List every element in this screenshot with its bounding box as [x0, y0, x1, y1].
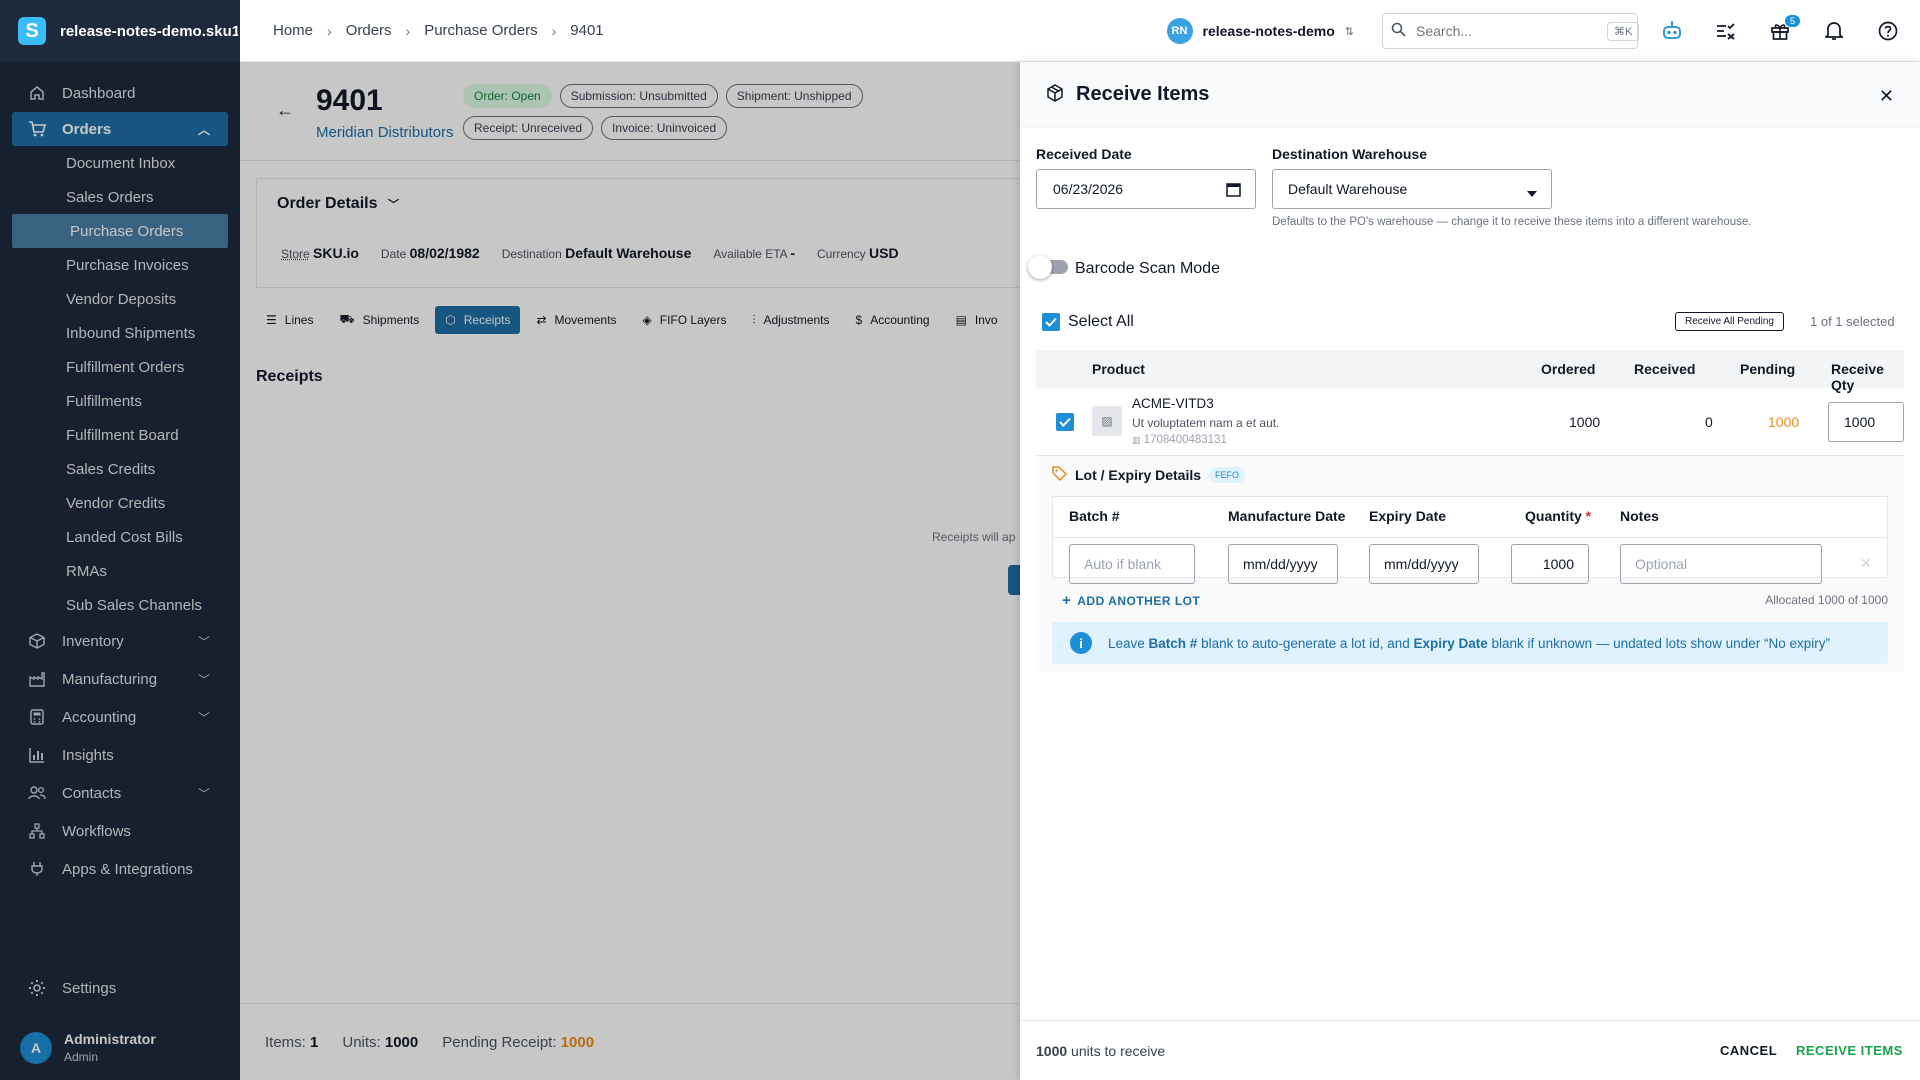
- add-another-lot-button[interactable]: + ADD ANOTHER LOT: [1062, 592, 1200, 609]
- allocated-summary: Allocated 1000 of 1000: [1765, 593, 1888, 607]
- info-text: Leave Batch # blank to auto-generate a l…: [1108, 635, 1830, 651]
- search-box[interactable]: ⌘K: [1382, 13, 1640, 49]
- topbar: Home › Orders › Purchase Orders › 9401 R…: [240, 0, 1920, 62]
- column-ordered: Ordered: [1541, 361, 1596, 377]
- breadcrumb-orders[interactable]: Orders: [346, 22, 392, 39]
- brand-name: release-notes-demo.sku10: [60, 22, 238, 40]
- barcode-icon: ▥: [1132, 435, 1141, 445]
- tenant-badge: RN: [1166, 18, 1193, 44]
- plus-icon: +: [1062, 592, 1072, 609]
- gift-icon[interactable]: 5: [1766, 15, 1800, 45]
- lot-expiry-section: Lot / Expiry Details FEFO Batch # Manufa…: [1036, 456, 1904, 672]
- barcode-scan-toggle[interactable]: [1028, 255, 1072, 279]
- received-date-label: Received Date: [1036, 146, 1132, 162]
- units-to-receive: 1000 units to receive: [1036, 1042, 1166, 1059]
- breadcrumb: Home › Orders › Purchase Orders › 9401: [273, 22, 604, 39]
- required-marker: *: [1585, 508, 1592, 524]
- tenant-name: release-notes-demo: [1202, 23, 1335, 39]
- lot-table: Batch # Manufacture Date Expiry Date Qua…: [1052, 496, 1888, 584]
- select-all-checkbox[interactable]: Select All: [1042, 313, 1134, 331]
- column-batch: Batch #: [1069, 508, 1120, 524]
- expiry-date-input[interactable]: mm/dd/yyyy: [1369, 544, 1479, 584]
- breadcrumb-purchase-orders[interactable]: Purchase Orders: [424, 22, 537, 39]
- info-icon: i: [1070, 632, 1092, 654]
- column-manufacture-date: Manufacture Date: [1228, 508, 1346, 524]
- lines-table-header: Product Ordered Received Pending Receive…: [1036, 350, 1904, 393]
- topbar-actions: RN release-notes-demo ⇅ ⌘K 5: [1166, 0, 1903, 62]
- receive-items-drawer: Receive Items ✕ Received Date 06/23/2026…: [1020, 62, 1920, 1080]
- chevron-right-icon: ›: [405, 22, 411, 39]
- product-description: Ut voluptatem nam a et aut.: [1132, 416, 1280, 430]
- notes-input[interactable]: Optional: [1620, 544, 1822, 584]
- product-barcode: ▥ 1708400483131: [1132, 434, 1227, 446]
- remove-lot-icon[interactable]: ✕: [1860, 555, 1872, 572]
- info-banner: i Leave Batch # blank to auto-generate a…: [1052, 622, 1888, 664]
- updown-icon: ⇅: [1344, 25, 1354, 38]
- barcode-scan-label: Barcode Scan Mode: [1075, 260, 1220, 277]
- lot-section-title: Lot / Expiry Details FEFO: [1052, 466, 1246, 484]
- warehouse-helper-text: Defaults to the PO's warehouse — change …: [1272, 216, 1752, 228]
- chevron-right-icon: ›: [327, 22, 332, 39]
- brand[interactable]: S release-notes-demo.sku10: [0, 0, 240, 62]
- column-notes: Notes: [1620, 508, 1659, 524]
- calendar-icon[interactable]: [1226, 182, 1241, 200]
- chevron-right-icon: ›: [551, 22, 557, 39]
- fefo-badge: FEFO: [1209, 467, 1246, 483]
- drawer-header: Receive Items: [1020, 62, 1920, 128]
- ordered-qty: 1000: [1569, 414, 1601, 430]
- breadcrumb-home[interactable]: Home: [273, 22, 313, 39]
- column-quantity: Quantity *: [1525, 508, 1592, 524]
- bell-icon[interactable]: [1820, 17, 1848, 45]
- received-date-input[interactable]: 06/23/2026: [1036, 169, 1256, 209]
- search-icon: [1391, 22, 1406, 40]
- assistant-bot-icon[interactable]: [1658, 17, 1686, 45]
- tenant-switcher[interactable]: RN release-notes-demo ⇅: [1166, 18, 1354, 44]
- received-qty: 0: [1705, 414, 1713, 430]
- search-shortcut: ⌘K: [1607, 21, 1640, 41]
- image-placeholder-icon: ▨: [1092, 406, 1122, 436]
- warehouse-select[interactable]: Default Warehouse: [1272, 169, 1552, 209]
- receive-items-button[interactable]: RECEIVE ITEMS: [1796, 1043, 1903, 1058]
- receive-all-pending-button[interactable]: Receive All Pending: [1675, 312, 1784, 331]
- drawer-footer: 1000 units to receive CANCEL RECEIVE ITE…: [1020, 1020, 1920, 1080]
- receive-qty-input[interactable]: 1000: [1828, 402, 1904, 442]
- lot-quantity-input[interactable]: 1000: [1511, 544, 1589, 584]
- batch-input[interactable]: Auto if blank: [1069, 544, 1195, 584]
- drawer-title: Receive Items: [1076, 83, 1210, 105]
- table-row: ▨ ACME-VITD3 Ut voluptatem nam a et aut.…: [1036, 388, 1904, 456]
- warehouse-label: Destination Warehouse: [1272, 146, 1428, 162]
- pending-qty: 1000: [1768, 414, 1800, 430]
- close-icon[interactable]: ✕: [1879, 86, 1894, 107]
- column-received: Received: [1634, 361, 1696, 377]
- column-pending: Pending: [1740, 361, 1796, 377]
- column-expiry-date: Expiry Date: [1369, 508, 1447, 524]
- gift-badge: 5: [1784, 15, 1800, 27]
- help-icon[interactable]: [1874, 17, 1902, 45]
- manufacture-date-input[interactable]: mm/dd/yyyy: [1228, 544, 1338, 584]
- package-icon: [1046, 84, 1064, 105]
- caret-down-icon: [1527, 184, 1537, 200]
- search-input[interactable]: [1416, 23, 1597, 39]
- tag-icon: [1052, 466, 1068, 484]
- checkbox-checked-icon: [1042, 313, 1060, 331]
- task-list-icon[interactable]: [1712, 17, 1740, 45]
- selected-count: 1 of 1 selected: [1810, 314, 1895, 329]
- row-checkbox[interactable]: [1056, 413, 1074, 431]
- cancel-button[interactable]: CANCEL: [1720, 1043, 1777, 1058]
- breadcrumb-current: 9401: [570, 22, 604, 39]
- product-sku[interactable]: ACME-VITD3: [1132, 396, 1214, 411]
- brand-logo: S: [18, 17, 46, 45]
- column-product: Product: [1092, 361, 1145, 377]
